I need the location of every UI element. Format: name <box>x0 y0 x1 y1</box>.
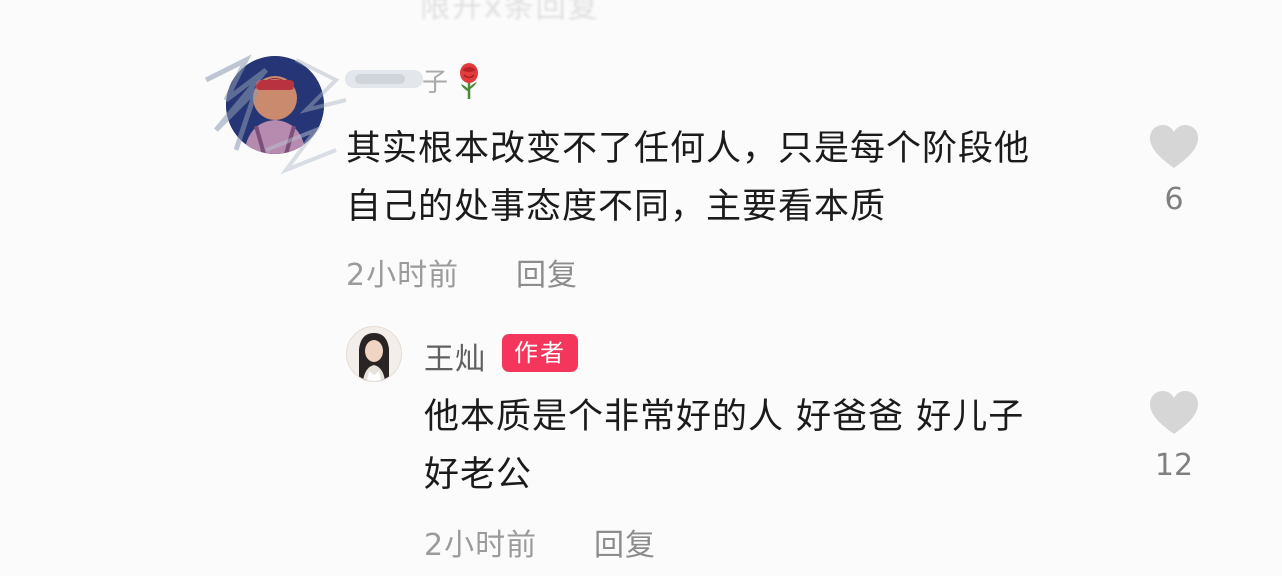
reply-text-line: 好老公 <box>424 455 533 495</box>
reply-button[interactable]: 回复 <box>594 520 656 564</box>
reply-button[interactable]: 回复 <box>516 250 578 294</box>
reply-username[interactable]: 王灿 <box>424 334 486 378</box>
username[interactable]: 子 <box>422 62 448 99</box>
author-badge: 作者 <box>502 334 578 372</box>
avatar[interactable] <box>226 56 324 154</box>
comment-timestamp: 2小时前 <box>346 258 460 293</box>
avatar-image <box>226 56 324 154</box>
username-blurred[interactable] <box>345 62 425 96</box>
heart-icon[interactable] <box>1149 390 1199 436</box>
like-control[interactable]: 12 <box>1144 390 1204 483</box>
like-count: 12 <box>1154 448 1194 483</box>
heart-icon[interactable] <box>1149 124 1199 170</box>
comment-text-line: 其实根本改变不了任何人，只是每个阶段他 <box>346 129 1031 169</box>
reply-timestamp: 2小时前 <box>424 528 538 563</box>
reply-avatar-image <box>347 327 401 381</box>
comment-text-line: 自己的处事态度不同，主要看本质 <box>346 187 887 227</box>
reply-avatar[interactable] <box>346 326 402 382</box>
rose-icon <box>460 63 478 99</box>
reply-text-line: 他本质是个非常好的人 好爸爸 好儿子 <box>424 397 1025 437</box>
like-control[interactable]: 6 <box>1144 124 1204 217</box>
reply-text: 他本质是个非常好的人 好爸爸 好儿子 好老公 <box>424 388 1124 504</box>
comment-thread: 限开x条回复 子 其实根本改变不了任何人，只是每个阶段他 自己的处事态度不同，主… <box>0 0 1282 576</box>
comment-text: 其实根本改变不了任何人，只是每个阶段他 自己的处事态度不同，主要看本质 <box>346 120 1126 236</box>
like-count: 6 <box>1164 182 1184 217</box>
collapsed-replies-fragment[interactable]: 限开x条回复 <box>420 0 600 26</box>
